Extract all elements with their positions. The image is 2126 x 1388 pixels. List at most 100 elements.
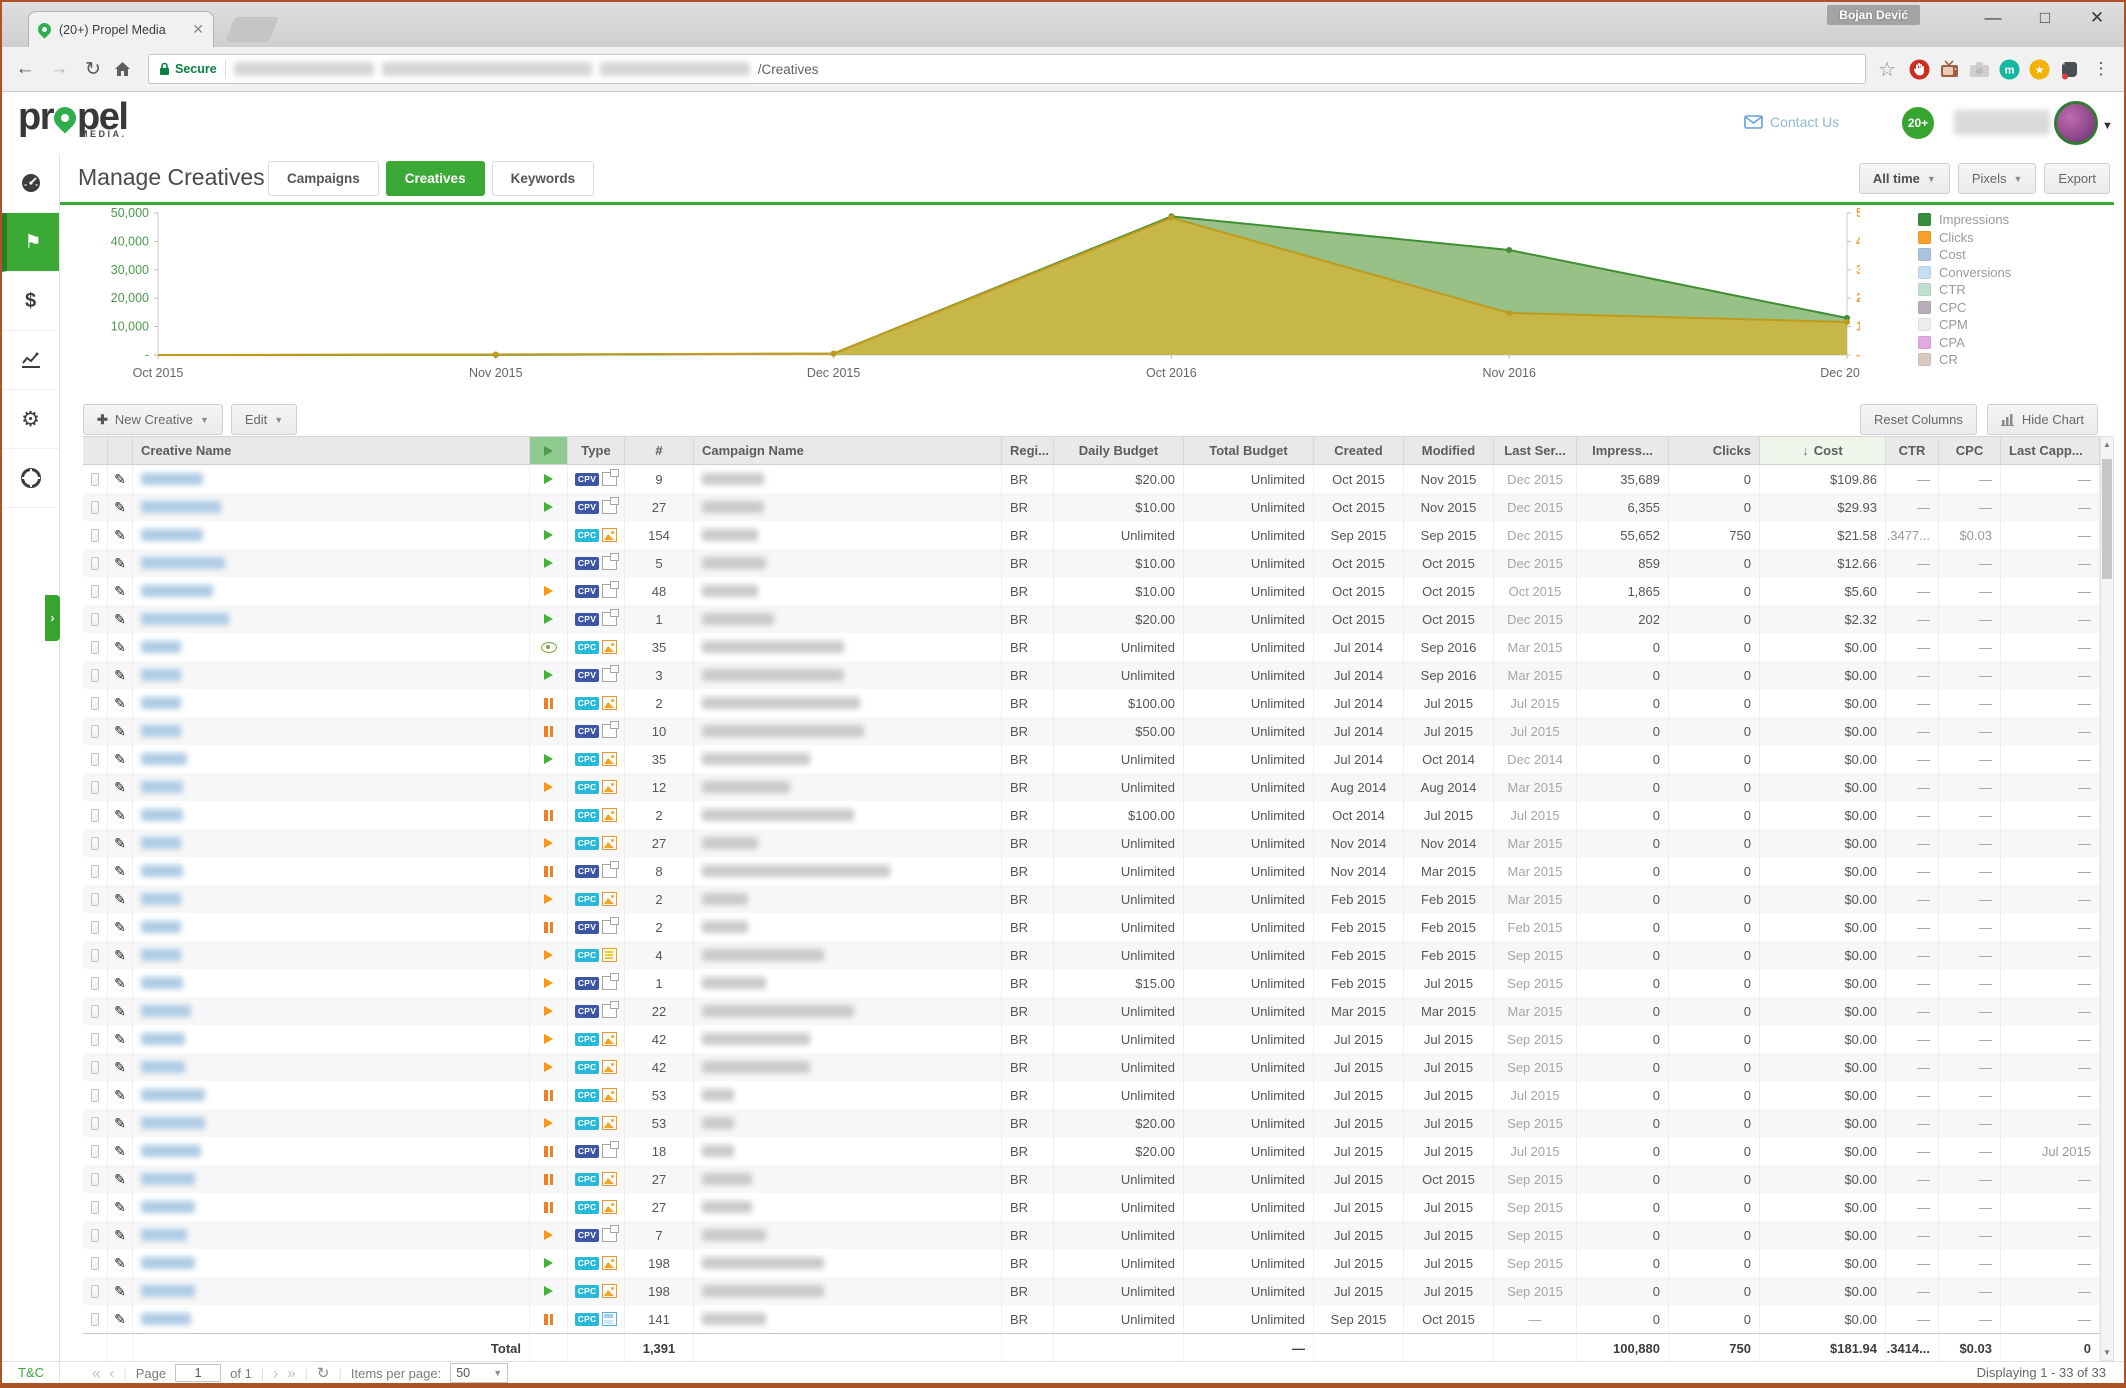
column-header-lastcapp[interactable]: Last Capp... [2001,437,2100,464]
window-minimize-button[interactable]: — [1978,8,2008,28]
campaign-name-redacted[interactable] [694,1137,1002,1165]
campaign-name-redacted[interactable] [694,661,1002,689]
prev-page-icon[interactable]: ‹ [109,1365,114,1382]
row-checkbox[interactable] [83,493,108,521]
table-row[interactable]: ✎CPV1BR$20.00UnlimitedOct 2015Oct 2015De… [83,605,2100,633]
row-edit-button[interactable]: ✎ [108,829,133,857]
legend-item-clicks[interactable]: Clicks [1918,229,2011,247]
campaign-name-redacted[interactable] [694,521,1002,549]
creative-name-redacted[interactable] [133,969,530,997]
campaign-name-redacted[interactable] [694,941,1002,969]
column-header-sel[interactable] [83,437,108,464]
row-checkbox[interactable] [83,1109,108,1137]
creative-name-redacted[interactable] [133,801,530,829]
table-scrollbar[interactable]: ▲ ▼ [2100,436,2114,1361]
row-checkbox[interactable] [83,969,108,997]
column-header-created[interactable]: Created [1314,437,1404,464]
creative-name-redacted[interactable] [133,773,530,801]
window-close-button[interactable]: ✕ [2082,8,2112,28]
row-status[interactable] [530,913,568,941]
row-status[interactable] [530,1249,568,1277]
row-status[interactable] [530,465,568,493]
legend-item-cpc[interactable]: CPC [1918,299,2011,317]
table-row[interactable]: ✎CPC12BRUnlimitedUnlimitedAug 2014Aug 20… [83,773,2100,801]
row-edit-button[interactable]: ✎ [108,1165,133,1193]
table-row[interactable]: ✎CPV18BR$20.00UnlimitedJul 2015Jul 2015J… [83,1137,2100,1165]
creative-name-redacted[interactable] [133,1137,530,1165]
column-header-cost[interactable]: ↓Cost [1760,437,1886,464]
campaign-name-redacted[interactable] [694,1025,1002,1053]
table-row[interactable]: ✎CPC27BRUnlimitedUnlimitedJul 2015Oct 20… [83,1165,2100,1193]
row-edit-button[interactable]: ✎ [108,745,133,773]
notification-badge[interactable]: 20+ [1902,107,1934,139]
row-edit-button[interactable]: ✎ [108,857,133,885]
table-row[interactable]: ✎CPV8BRUnlimitedUnlimitedNov 2014Mar 201… [83,857,2100,885]
row-edit-button[interactable]: ✎ [108,885,133,913]
creative-name-redacted[interactable] [133,633,530,661]
campaign-name-redacted[interactable] [694,801,1002,829]
last-page-icon[interactable]: » [287,1365,295,1382]
row-checkbox[interactable] [83,1165,108,1193]
avatar[interactable] [2054,101,2098,145]
row-checkbox[interactable] [83,1193,108,1221]
column-header-status[interactable] [530,437,568,464]
creative-name-redacted[interactable] [133,717,530,745]
bookmark-star-icon[interactable]: ☆ [1874,57,1900,82]
legend-item-cost[interactable]: Cost [1918,246,2011,264]
url-bar[interactable]: Secure /Creatives [148,54,1866,84]
campaign-name-redacted[interactable] [694,997,1002,1025]
row-status[interactable] [530,773,568,801]
table-row[interactable]: ✎CPV5BR$10.00UnlimitedOct 2015Oct 2015De… [83,549,2100,577]
reload-icon[interactable]: ↻ [80,58,106,81]
reset-columns-button[interactable]: Reset Columns [1860,404,1977,435]
row-checkbox[interactable] [83,689,108,717]
row-checkbox[interactable] [83,605,108,633]
campaign-name-redacted[interactable] [694,829,1002,857]
row-edit-button[interactable]: ✎ [108,717,133,745]
campaign-name-redacted[interactable] [694,969,1002,997]
row-checkbox[interactable] [83,773,108,801]
table-row[interactable]: ✎CPC2BR$100.00UnlimitedJul 2014Jul 2015J… [83,689,2100,717]
column-header-num[interactable]: # [625,437,694,464]
campaign-name-redacted[interactable] [694,1165,1002,1193]
table-row[interactable]: ✎CPV22BRUnlimitedUnlimitedMar 2015Mar 20… [83,997,2100,1025]
row-edit-button[interactable]: ✎ [108,633,133,661]
creative-name-redacted[interactable] [133,1025,530,1053]
row-status[interactable] [530,1025,568,1053]
row-checkbox[interactable] [83,1221,108,1249]
column-header-modified[interactable]: Modified [1404,437,1494,464]
row-status[interactable] [530,1305,568,1333]
legend-item-cpm[interactable]: CPM [1918,316,2011,334]
row-edit-button[interactable]: ✎ [108,549,133,577]
legend-item-cr[interactable]: CR [1918,351,2011,369]
sidebar-item-settings[interactable]: ⚙ [2,390,59,449]
column-header-region[interactable]: Regi... [1002,437,1054,464]
row-checkbox[interactable] [83,941,108,969]
sidebar-item-dashboard[interactable] [2,154,59,213]
browser-profile-chip[interactable]: Bojan Dević [1827,5,1920,25]
row-checkbox[interactable] [83,661,108,689]
table-row[interactable]: ✎CPV48BR$10.00UnlimitedOct 2015Oct 2015O… [83,577,2100,605]
campaign-name-redacted[interactable] [694,689,1002,717]
creative-name-redacted[interactable] [133,913,530,941]
row-edit-button[interactable]: ✎ [108,1277,133,1305]
row-checkbox[interactable] [83,745,108,773]
table-row[interactable]: ✎CPV3BRUnlimitedUnlimitedJul 2014Sep 201… [83,661,2100,689]
creative-name-redacted[interactable] [133,521,530,549]
home-icon[interactable] [114,61,140,77]
row-checkbox[interactable] [83,521,108,549]
table-row[interactable]: ✎CPC53BRUnlimitedUnlimitedJul 2015Jul 20… [83,1081,2100,1109]
column-header-campaign[interactable]: Campaign Name [694,437,1002,464]
row-edit-button[interactable]: ✎ [108,801,133,829]
row-status[interactable] [530,717,568,745]
creative-name-redacted[interactable] [133,941,530,969]
date-range-button[interactable]: All time▼ [1859,163,1950,194]
row-edit-button[interactable]: ✎ [108,661,133,689]
row-edit-button[interactable]: ✎ [108,969,133,997]
creative-name-redacted[interactable] [133,1193,530,1221]
table-row[interactable]: ✎CPC35BRUnlimitedUnlimitedJul 2014Sep 20… [83,633,2100,661]
table-row[interactable]: ✎CPC154BRUnlimitedUnlimitedSep 2015Sep 2… [83,521,2100,549]
table-row[interactable]: ✎CPC27BRUnlimitedUnlimitedNov 2014Nov 20… [83,829,2100,857]
contact-us-link[interactable]: Contact Us [1744,114,1839,130]
creative-name-redacted[interactable] [133,661,530,689]
